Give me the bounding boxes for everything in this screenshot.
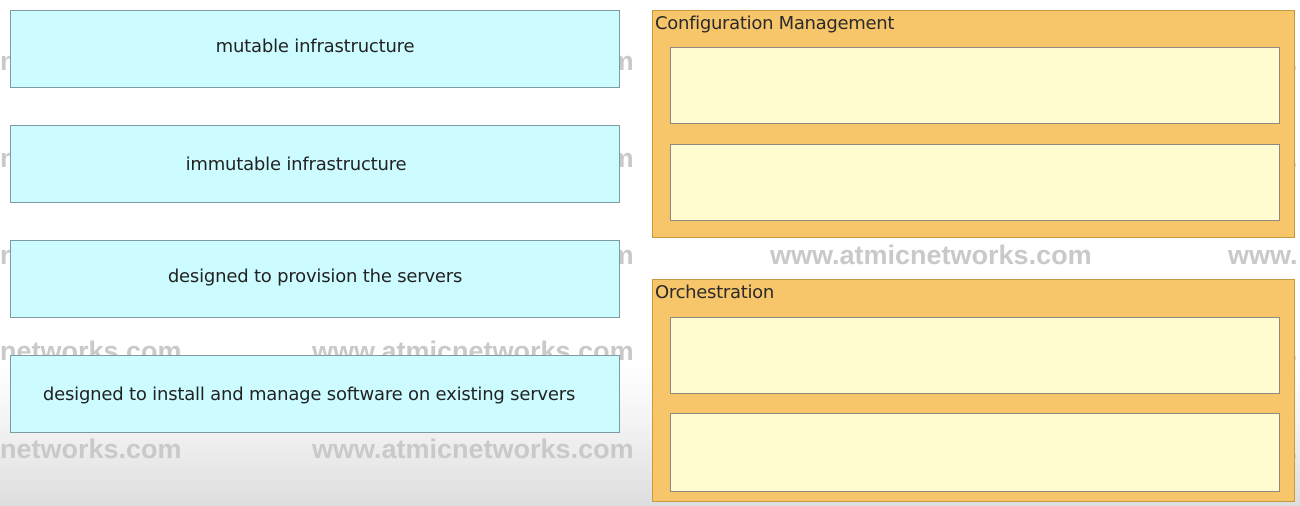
drop-slot[interactable]	[670, 144, 1280, 221]
drag-item-label: designed to install and manage software …	[42, 383, 576, 405]
drag-item-designed-to-install-manage-software[interactable]: designed to install and manage software …	[10, 355, 620, 433]
drag-item-immutable-infrastructure[interactable]: immutable infrastructure	[10, 125, 620, 203]
drop-slot[interactable]	[670, 317, 1280, 394]
watermark-text: www.atmicnetworks.com	[312, 434, 634, 464]
drag-item-mutable-infrastructure[interactable]: mutable infrastructure	[10, 10, 620, 88]
drag-item-label: immutable infrastructure	[185, 153, 407, 175]
drag-item-designed-to-provision-servers[interactable]: designed to provision the servers	[10, 240, 620, 318]
target-group-orchestration: Orchestration	[652, 279, 1295, 502]
watermark-text: www.atmicnetworks.com	[770, 240, 1092, 270]
drop-slot[interactable]	[670, 47, 1280, 124]
group-title: Orchestration	[655, 282, 774, 303]
drop-slot[interactable]	[670, 413, 1280, 492]
drag-item-label: designed to provision the servers	[167, 265, 463, 287]
group-title: Configuration Management	[655, 13, 895, 34]
watermark-text: www.	[1228, 240, 1298, 270]
target-group-configuration-management: Configuration Management	[652, 10, 1295, 238]
drag-item-label: mutable infrastructure	[215, 36, 415, 57]
watermark-text: networks.com	[0, 434, 182, 464]
